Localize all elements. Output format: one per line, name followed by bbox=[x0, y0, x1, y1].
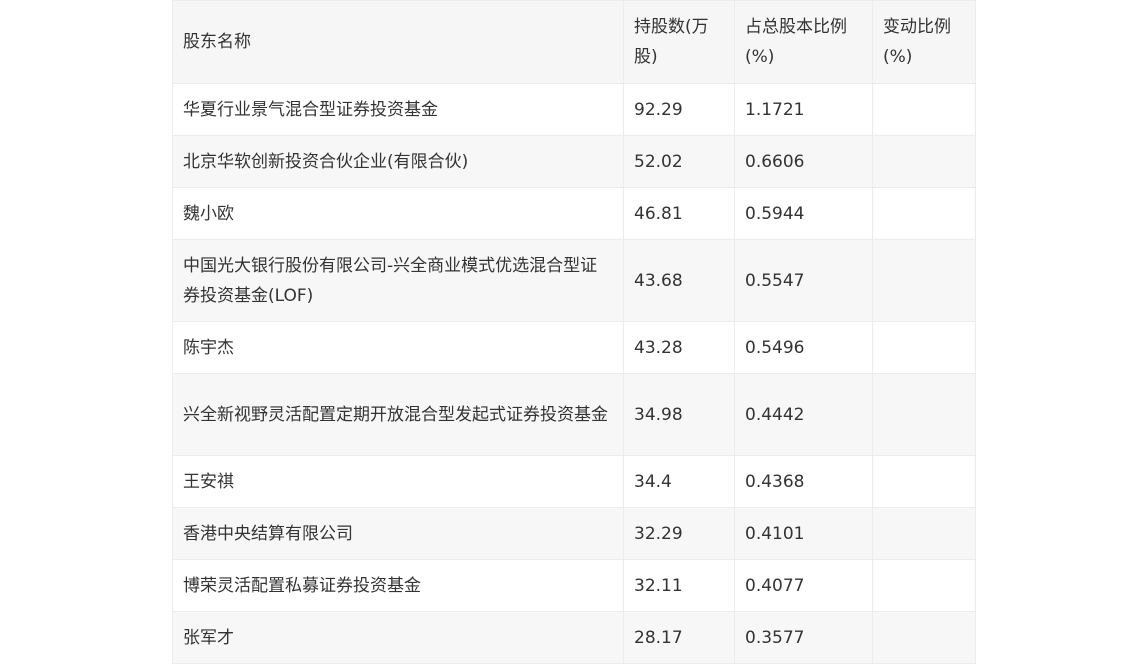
shares-held-cell: 28.17 bbox=[623, 611, 735, 664]
share-ratio-cell: 0.4368 bbox=[734, 455, 873, 508]
table-row: 中国光大银行股份有限公司-兴全商业模式优选混合型证券投资基金(LOF) 43.6… bbox=[172, 239, 976, 322]
share-ratio-cell: 1.1721 bbox=[734, 83, 873, 136]
table-row: 香港中央结算有限公司 32.29 0.4101 bbox=[172, 507, 976, 560]
shareholder-name-cell: 香港中央结算有限公司 bbox=[172, 507, 624, 560]
header-row: 股东名称 持股数(万股) 占总股本比例(%) 变动比例(%) bbox=[172, 0, 976, 84]
share-ratio-cell: 0.5496 bbox=[734, 321, 873, 374]
change-ratio-cell bbox=[872, 83, 976, 136]
table-row: 华夏行业景气混合型证券投资基金 92.29 1.1721 bbox=[172, 83, 976, 136]
shareholder-name-cell: 陈宇杰 bbox=[172, 321, 624, 374]
table-row: 王安祺 34.4 0.4368 bbox=[172, 455, 976, 508]
share-ratio-cell: 0.4442 bbox=[734, 373, 873, 456]
shares-held-cell: 32.11 bbox=[623, 559, 735, 612]
share-ratio-cell: 0.3577 bbox=[734, 611, 873, 664]
shareholder-name-cell: 魏小欧 bbox=[172, 187, 624, 240]
shareholder-name-cell: 张军才 bbox=[172, 611, 624, 664]
table-row: 北京华软创新投资合伙企业(有限合伙) 52.02 0.6606 bbox=[172, 135, 976, 188]
share-ratio-cell: 0.4077 bbox=[734, 559, 873, 612]
change-ratio-cell bbox=[872, 373, 976, 456]
shareholder-name-cell: 王安祺 bbox=[172, 455, 624, 508]
change-ratio-cell bbox=[872, 611, 976, 664]
share-ratio-cell: 0.5547 bbox=[734, 239, 873, 322]
shareholder-name-cell: 华夏行业景气混合型证券投资基金 bbox=[172, 83, 624, 136]
shareholder-name-cell: 博荣灵活配置私募证券投资基金 bbox=[172, 559, 624, 612]
table-row: 张军才 28.17 0.3577 bbox=[172, 611, 976, 664]
header-share-ratio: 占总股本比例(%) bbox=[734, 0, 873, 84]
shareholder-name-cell: 北京华软创新投资合伙企业(有限合伙) bbox=[172, 135, 624, 188]
share-ratio-cell: 0.5944 bbox=[734, 187, 873, 240]
table-row: 魏小欧 46.81 0.5944 bbox=[172, 187, 976, 240]
shareholder-table-container: 股东名称 持股数(万股) 占总股本比例(%) 变动比例(%) 华夏行业景气混合型… bbox=[172, 0, 976, 664]
change-ratio-cell bbox=[872, 507, 976, 560]
table-row: 博荣灵活配置私募证券投资基金 32.11 0.4077 bbox=[172, 559, 976, 612]
shares-held-cell: 52.02 bbox=[623, 135, 735, 188]
shareholder-name-cell: 兴全新视野灵活配置定期开放混合型发起式证券投资基金 bbox=[172, 373, 624, 456]
header-shares-held: 持股数(万股) bbox=[623, 0, 735, 84]
shares-held-cell: 32.29 bbox=[623, 507, 735, 560]
share-ratio-cell: 0.4101 bbox=[734, 507, 873, 560]
table-row: 陈宇杰 43.28 0.5496 bbox=[172, 321, 976, 374]
shares-held-cell: 92.29 bbox=[623, 83, 735, 136]
shares-held-cell: 34.4 bbox=[623, 455, 735, 508]
change-ratio-cell bbox=[872, 321, 976, 374]
table-header: 股东名称 持股数(万股) 占总股本比例(%) 变动比例(%) bbox=[172, 0, 976, 84]
change-ratio-cell bbox=[872, 135, 976, 188]
header-change-ratio: 变动比例(%) bbox=[872, 0, 976, 84]
header-shareholder-name: 股东名称 bbox=[172, 0, 624, 84]
table-body: 华夏行业景气混合型证券投资基金 92.29 1.1721 北京华软创新投资合伙企… bbox=[172, 83, 976, 664]
shares-held-cell: 43.28 bbox=[623, 321, 735, 374]
change-ratio-cell bbox=[872, 239, 976, 322]
table-row: 兴全新视野灵活配置定期开放混合型发起式证券投资基金 34.98 0.4442 bbox=[172, 373, 976, 456]
shares-held-cell: 34.98 bbox=[623, 373, 735, 456]
change-ratio-cell bbox=[872, 559, 976, 612]
shares-held-cell: 43.68 bbox=[623, 239, 735, 322]
change-ratio-cell bbox=[872, 187, 976, 240]
share-ratio-cell: 0.6606 bbox=[734, 135, 873, 188]
shareholder-table: 股东名称 持股数(万股) 占总股本比例(%) 变动比例(%) 华夏行业景气混合型… bbox=[172, 0, 976, 664]
change-ratio-cell bbox=[872, 455, 976, 508]
shareholder-name-cell: 中国光大银行股份有限公司-兴全商业模式优选混合型证券投资基金(LOF) bbox=[172, 239, 624, 322]
shares-held-cell: 46.81 bbox=[623, 187, 735, 240]
